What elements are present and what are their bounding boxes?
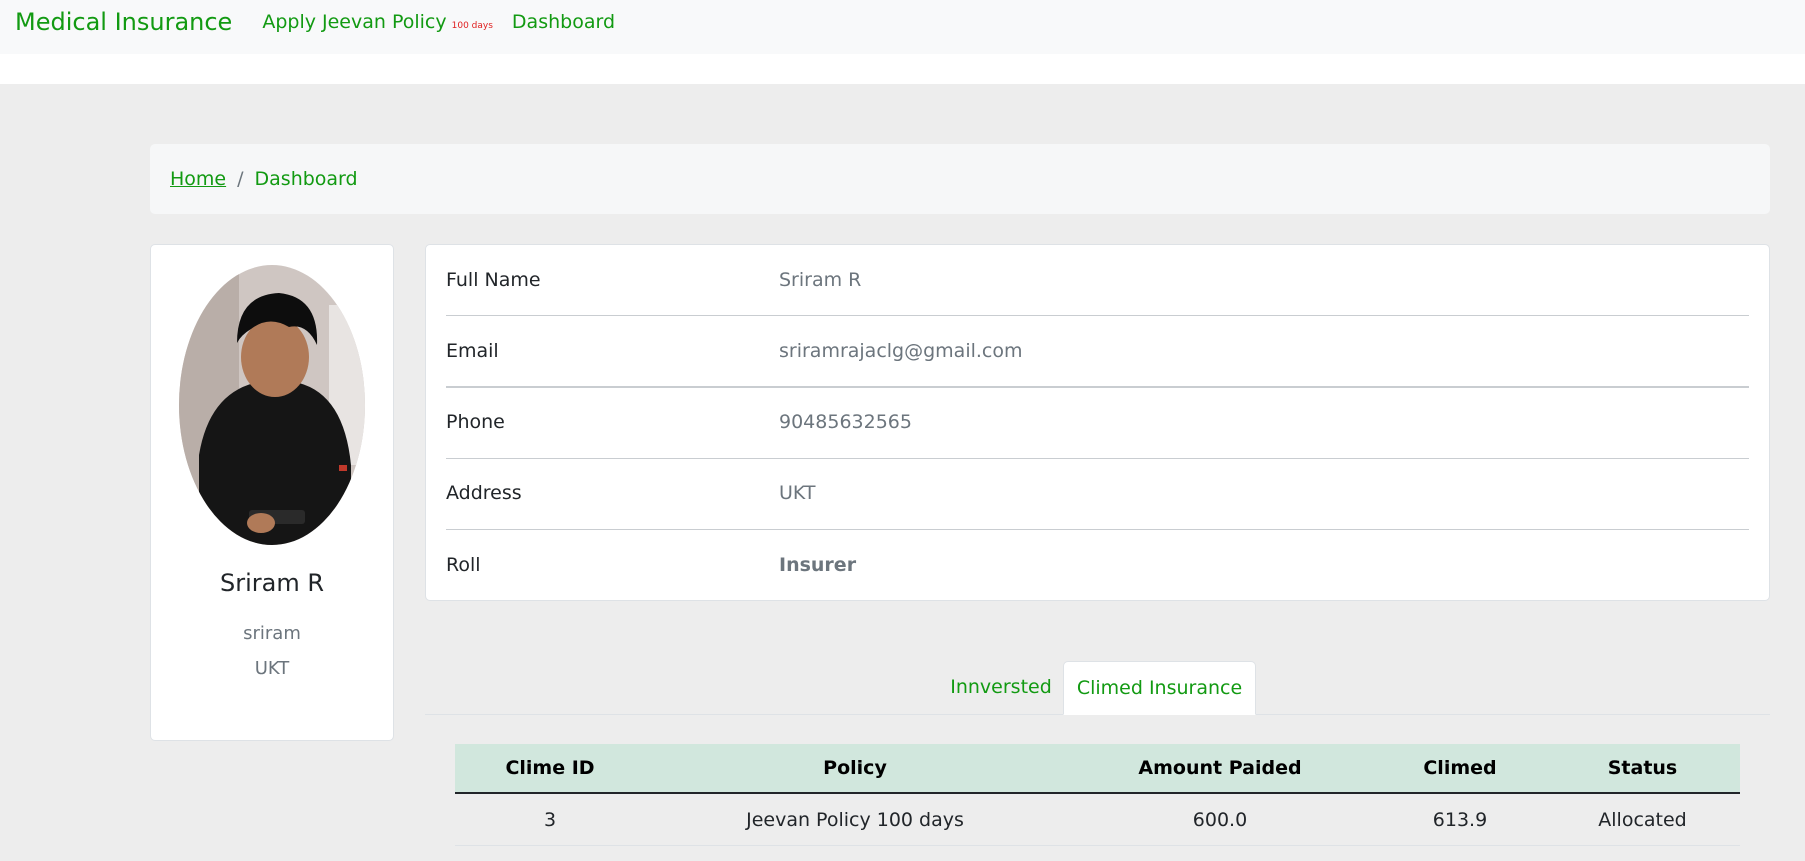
- detail-row-roll: Roll Insurer: [446, 530, 1749, 600]
- detail-value: 90485632565: [779, 411, 912, 433]
- navbar-spacer: [0, 54, 1805, 84]
- detail-label: Full Name: [446, 269, 541, 291]
- detail-row-address: Address UKT: [446, 458, 1749, 528]
- table-cell: Jeevan Policy 100 days: [746, 808, 964, 831]
- profile-card: Sriram R sriram UKT: [150, 244, 394, 741]
- brand-link[interactable]: Medical Insurance: [15, 8, 232, 36]
- column-header: Climed: [1423, 757, 1497, 779]
- nav-apply-badge: 100 days: [451, 21, 493, 31]
- detail-label: Roll: [446, 554, 481, 576]
- detail-value: sriramrajaclg@gmail.com: [779, 340, 1023, 362]
- breadcrumb-current: Dashboard: [254, 168, 358, 190]
- table-header: Clime ID Policy Amount Paided Climed Sta…: [455, 744, 1740, 794]
- breadcrumb-home[interactable]: Home: [170, 168, 226, 190]
- column-header: Amount Paided: [1138, 757, 1302, 779]
- breadcrumb-separator: /: [237, 168, 244, 190]
- nav-dashboard[interactable]: Dashboard: [512, 11, 615, 33]
- avatar-photo-icon: [179, 265, 365, 545]
- column-header: Status: [1607, 757, 1678, 779]
- profile-address: UKT: [254, 658, 290, 679]
- detail-value: Sriram R: [779, 269, 862, 291]
- detail-row-email: Email sriramrajaclg@gmail.com: [446, 316, 1749, 386]
- claims-table: Clime ID Policy Amount Paided Climed Sta…: [455, 744, 1740, 846]
- column-header: Clime ID: [505, 757, 595, 779]
- nav-apply-policy-label: Apply Jeevan Policy: [262, 11, 447, 33]
- table-cell: 600.0: [1192, 808, 1248, 831]
- tab-climed-insurance[interactable]: Climed Insurance: [1063, 661, 1256, 715]
- column-header: Policy: [823, 757, 887, 779]
- detail-value: Insurer: [779, 554, 857, 576]
- table-cell: 613.9: [1432, 808, 1488, 831]
- tab-inversted[interactable]: Innversted: [939, 661, 1063, 713]
- detail-value: UKT: [779, 482, 816, 504]
- profile-username: sriram: [243, 623, 301, 644]
- table-cell: Allocated: [1598, 808, 1687, 831]
- nav-apply-policy[interactable]: Apply Jeevan Policy 100 days: [262, 11, 493, 33]
- table-cell: 3: [543, 808, 557, 831]
- avatar: [179, 265, 365, 545]
- profile-name: Sriram R: [219, 569, 325, 597]
- details-card: Full Name Sriram R Email sriramrajaclg@g…: [425, 244, 1770, 601]
- detail-label: Address: [446, 482, 522, 504]
- detail-label: Phone: [446, 411, 505, 433]
- detail-row-full-name: Full Name Sriram R: [446, 245, 1749, 315]
- detail-label: Email: [446, 340, 499, 362]
- tab-bar: Innversted Climed Insurance: [425, 661, 1770, 715]
- top-navbar: Medical Insurance Apply Jeevan Policy 100…: [0, 0, 1805, 54]
- breadcrumb: Home / Dashboard: [150, 144, 1770, 214]
- table-row: 3 Jeevan Policy 100 days 600.0 613.9 All…: [455, 794, 1740, 846]
- detail-row-phone: Phone 90485632565: [446, 387, 1749, 457]
